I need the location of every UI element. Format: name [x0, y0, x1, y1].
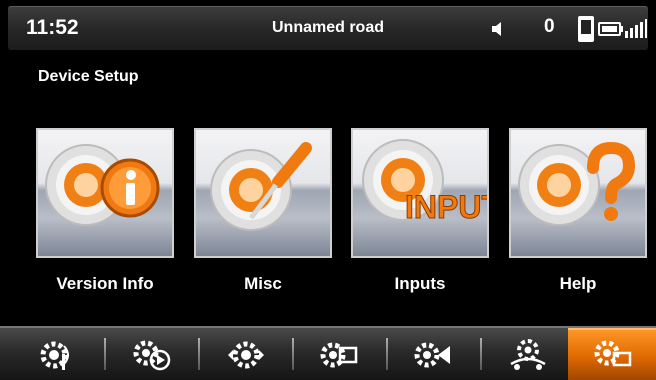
tile-inputs[interactable]: INPUT Inputs	[351, 128, 491, 303]
battery-icon	[598, 21, 624, 37]
signal-icon	[624, 16, 648, 40]
bottom-nav	[0, 326, 656, 380]
gear-screen-icon	[320, 342, 358, 368]
gear-display-icon	[594, 340, 632, 367]
gear-arrows-icon	[228, 341, 264, 369]
tile-image-text: INPUT	[405, 189, 487, 225]
gear-antenna-icon	[40, 341, 69, 370]
nav-gear-screen[interactable]	[294, 328, 386, 380]
phone-icon	[576, 15, 596, 43]
notification-count: 0	[544, 16, 555, 37]
nav-gear-play[interactable]	[106, 328, 198, 380]
gear-help-icon	[509, 128, 647, 258]
nav-gear-display[interactable]	[568, 328, 656, 380]
nav-gear-car[interactable]	[482, 328, 574, 380]
speaker-icon[interactable]	[489, 19, 509, 39]
gear-car-icon	[510, 339, 546, 370]
device-setup-screen: 11:52 Unnamed road 0 Device Setup Versio…	[0, 0, 656, 380]
status-bar: 11:52 Unnamed road 0	[8, 6, 648, 50]
tile-label: Help	[559, 274, 597, 293]
nav-gear-arrows[interactable]	[200, 328, 292, 380]
tile-help[interactable]: Help	[509, 128, 649, 303]
nav-gear-camera[interactable]	[388, 328, 480, 380]
nav-gear-antenna[interactable]	[12, 328, 104, 380]
tile-label: Inputs	[394, 274, 446, 293]
tile-version-info[interactable]: Version Info	[36, 128, 176, 303]
gear-screwdriver-icon	[194, 128, 332, 258]
gear-info-icon	[36, 128, 174, 258]
gear-input-icon: INPUT	[351, 128, 489, 258]
tile-label: Misc	[244, 274, 282, 293]
tile-label: Version Info	[56, 274, 154, 293]
page-title: Device Setup	[38, 68, 139, 85]
gear-play-icon	[133, 340, 171, 371]
tile-misc[interactable]: Misc	[194, 128, 334, 303]
gear-camera-icon	[414, 342, 450, 368]
